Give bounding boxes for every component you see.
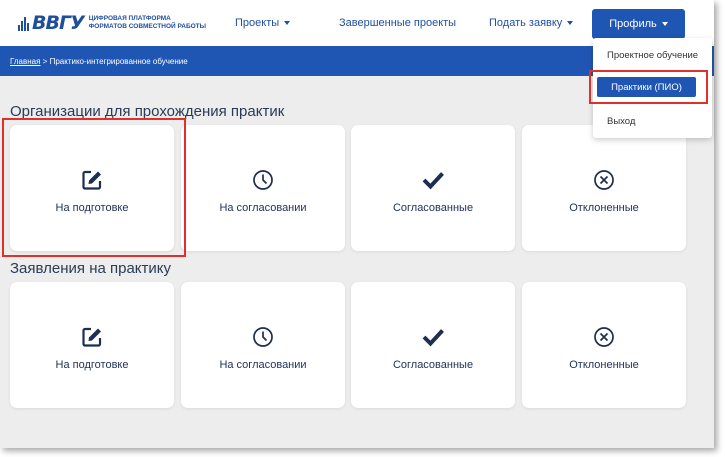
- nav-apply[interactable]: Подать заявку: [489, 17, 574, 29]
- profile-button[interactable]: Профиль: [592, 9, 685, 39]
- card-org-approved[interactable]: Согласованные: [351, 125, 515, 251]
- edit-icon: [10, 326, 174, 348]
- clock-icon: [181, 169, 345, 191]
- card-label: Согласованные: [392, 359, 474, 371]
- menu-item-practices[interactable]: Практики (ПИО): [597, 77, 696, 97]
- chevron-down-icon: [567, 21, 574, 26]
- card-app-preparation[interactable]: На подготовке: [10, 282, 174, 408]
- card-app-rejected[interactable]: Отклоненные: [522, 282, 686, 408]
- card-org-approval[interactable]: На согласовании: [181, 125, 345, 251]
- card-label: На подготовке: [55, 359, 129, 371]
- card-label: Отклоненные: [569, 202, 639, 214]
- profile-dropdown-menu: Проектное обучение Практики (ПИО) Выход: [593, 38, 712, 138]
- card-app-approval[interactable]: На согласовании: [181, 282, 345, 408]
- chevron-down-icon: [661, 22, 668, 26]
- nav-completed-label: Завершенные проекты: [339, 17, 457, 29]
- card-org-rejected[interactable]: Отклоненные: [522, 125, 686, 251]
- nav-apply-label: Подать заявку: [489, 17, 563, 29]
- app-window: ВВГУ ЦИФРОВАЯ ПЛАТФОРМА ФОРМАТОВ СОВМЕСТ…: [0, 0, 714, 448]
- menu-item-project-learning[interactable]: Проектное обучение: [593, 50, 712, 61]
- logo-line-1: ЦИФРОВАЯ ПЛАТФОРМА: [88, 15, 171, 22]
- card-app-approved[interactable]: Согласованные: [351, 282, 515, 408]
- check-icon: [351, 169, 515, 191]
- card-label: На согласовании: [219, 202, 307, 214]
- logo[interactable]: ВВГУ ЦИФРОВАЯ ПЛАТФОРМА ФОРМАТОВ СОВМЕСТ…: [18, 9, 206, 37]
- card-label: На подготовке: [55, 202, 129, 214]
- card-label: Согласованные: [392, 202, 474, 214]
- card-org-preparation[interactable]: На подготовке: [10, 125, 174, 251]
- chevron-down-icon: [284, 21, 291, 26]
- x-circle-icon: [522, 169, 686, 191]
- nav-completed-projects[interactable]: Завершенные проекты: [339, 17, 456, 29]
- check-icon: [351, 326, 515, 348]
- logo-mark: ВВГУ: [32, 12, 85, 34]
- profile-button-label: Профиль: [609, 18, 657, 30]
- nav-projects-label: Проекты: [235, 17, 280, 29]
- section-title-applications: Заявления на практику: [10, 260, 172, 277]
- breadcrumb-home-link[interactable]: Главная: [10, 57, 40, 66]
- nav-projects[interactable]: Проекты: [235, 17, 291, 29]
- breadcrumb-current: Практико-интегрированное обучение: [49, 56, 188, 66]
- section-title-organizations: Организации для прохождения практик: [10, 103, 285, 120]
- card-label: На согласовании: [219, 359, 307, 371]
- clock-icon: [181, 326, 345, 348]
- logo-bars-icon: [18, 15, 30, 31]
- edit-icon: [10, 169, 174, 191]
- menu-item-logout[interactable]: Выход: [593, 116, 712, 127]
- card-label: Отклоненные: [569, 359, 639, 371]
- logo-text: ЦИФРОВАЯ ПЛАТФОРМА ФОРМАТОВ СОВМЕСТНОЙ Р…: [89, 15, 206, 31]
- x-circle-icon: [522, 326, 686, 348]
- logo-line-2: ФОРМАТОВ СОВМЕСТНОЙ РАБОТЫ: [88, 23, 207, 30]
- breadcrumb-separator: >: [40, 56, 50, 66]
